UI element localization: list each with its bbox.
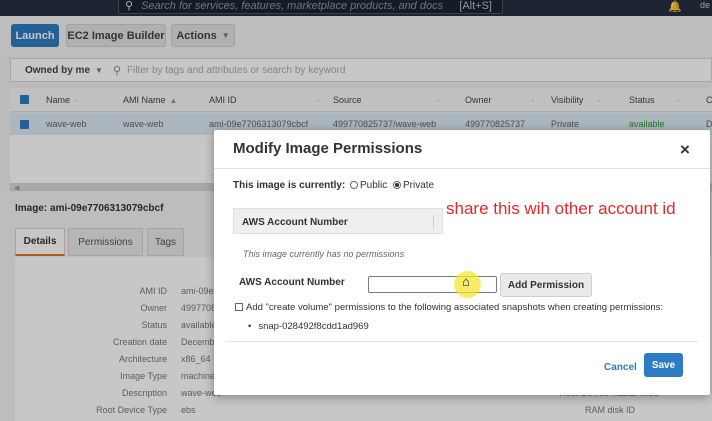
cancel-button[interactable]: Cancel bbox=[604, 362, 637, 373]
divider bbox=[433, 215, 434, 229]
private-radio-label[interactable]: Private bbox=[403, 180, 434, 191]
divider bbox=[226, 341, 698, 342]
add-permission-button[interactable]: Add Permission bbox=[500, 273, 592, 297]
save-button[interactable]: Save bbox=[644, 353, 683, 377]
snapshot-list-item: • snap-028492f8cdd1ad969 bbox=[248, 321, 369, 332]
create-volume-label[interactable]: Add "create volume" permissions to the f… bbox=[246, 302, 663, 313]
private-radio[interactable] bbox=[393, 181, 401, 189]
divider bbox=[214, 168, 710, 169]
snapshot-id: snap-028492f8cdd1ad969 bbox=[258, 321, 369, 332]
close-icon[interactable]: × bbox=[680, 140, 690, 160]
account-column-header: AWS Account Number bbox=[242, 217, 348, 228]
text-cursor-icon: ⌂ bbox=[462, 275, 470, 290]
public-radio-label[interactable]: Public bbox=[360, 180, 387, 191]
no-permissions-text: This image currently has no permissions bbox=[243, 249, 405, 259]
account-table-header: AWS Account Number bbox=[233, 208, 443, 234]
dialog-title: Modify Image Permissions bbox=[233, 140, 423, 157]
visibility-label: This image is currently: bbox=[233, 180, 346, 191]
user-annotation: share this wih other account id bbox=[446, 199, 676, 218]
add-account-label: AWS Account Number bbox=[239, 277, 345, 288]
bullet-icon: • bbox=[248, 321, 252, 332]
create-volume-checkbox[interactable] bbox=[235, 303, 243, 311]
public-radio[interactable] bbox=[350, 181, 358, 189]
modify-image-permissions-dialog: Modify Image Permissions × This image is… bbox=[214, 130, 710, 395]
